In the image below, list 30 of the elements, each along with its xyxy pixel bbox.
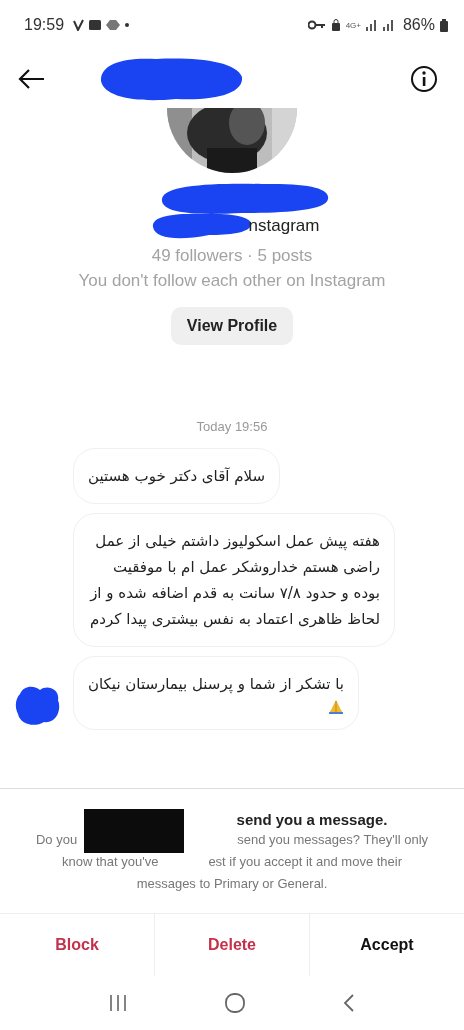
network-type: 4G+: [345, 20, 361, 30]
profile-stats: 49 followers · 5 posts: [151, 246, 313, 266]
info-icon[interactable]: [410, 65, 438, 93]
recent-apps-icon[interactable]: [108, 994, 128, 1012]
request-title: send you a message.: [236, 811, 388, 828]
lock-icon: [330, 19, 341, 31]
status-time: 19:59: [24, 16, 65, 34]
follow-note: You don't follow each other on Instagram: [78, 271, 386, 291]
image-icon: [89, 20, 102, 30]
view-profile-button[interactable]: View Profile: [170, 307, 294, 345]
message-bubble: سلام آقای دکتر خوب هستین: [73, 448, 281, 504]
username: nstagram: [248, 216, 320, 236]
check-icon: [73, 19, 85, 31]
battery-icon: [440, 18, 448, 32]
request-text: know that you've: [61, 853, 159, 871]
vpn-key-icon: [307, 20, 326, 30]
back-icon[interactable]: [342, 993, 356, 1013]
request-text: messages to Primary or General.: [136, 875, 328, 893]
request-text: est if you accept it and move their: [208, 853, 403, 871]
message-bubble: با تشکر از شما و پرسنل بیمارستان نیکان: [73, 656, 360, 730]
dot-icon: [125, 23, 130, 27]
message-bubble: هفته پیش عمل اسکولیوز داشتم خیلی از عمل راضی هستم خداروشکر عمل ام با موفقیت بوده و حدود ۷/۸ سانت به قدم اضافه شده و از لحاظ ظاهری اعتماد به نفس بیشتری پیدا کردم: [73, 513, 395, 647]
back-arrow-icon[interactable]: [18, 68, 46, 90]
request-text: send you messages? They'll only: [237, 831, 429, 849]
hexagon-icon: [106, 20, 121, 30]
battery-percent: 86%: [402, 16, 435, 34]
timestamp: Today 19:56: [195, 419, 269, 434]
home-icon[interactable]: [224, 992, 246, 1014]
request-text: Do you: [35, 831, 78, 849]
redaction-mark: [14, 684, 62, 726]
